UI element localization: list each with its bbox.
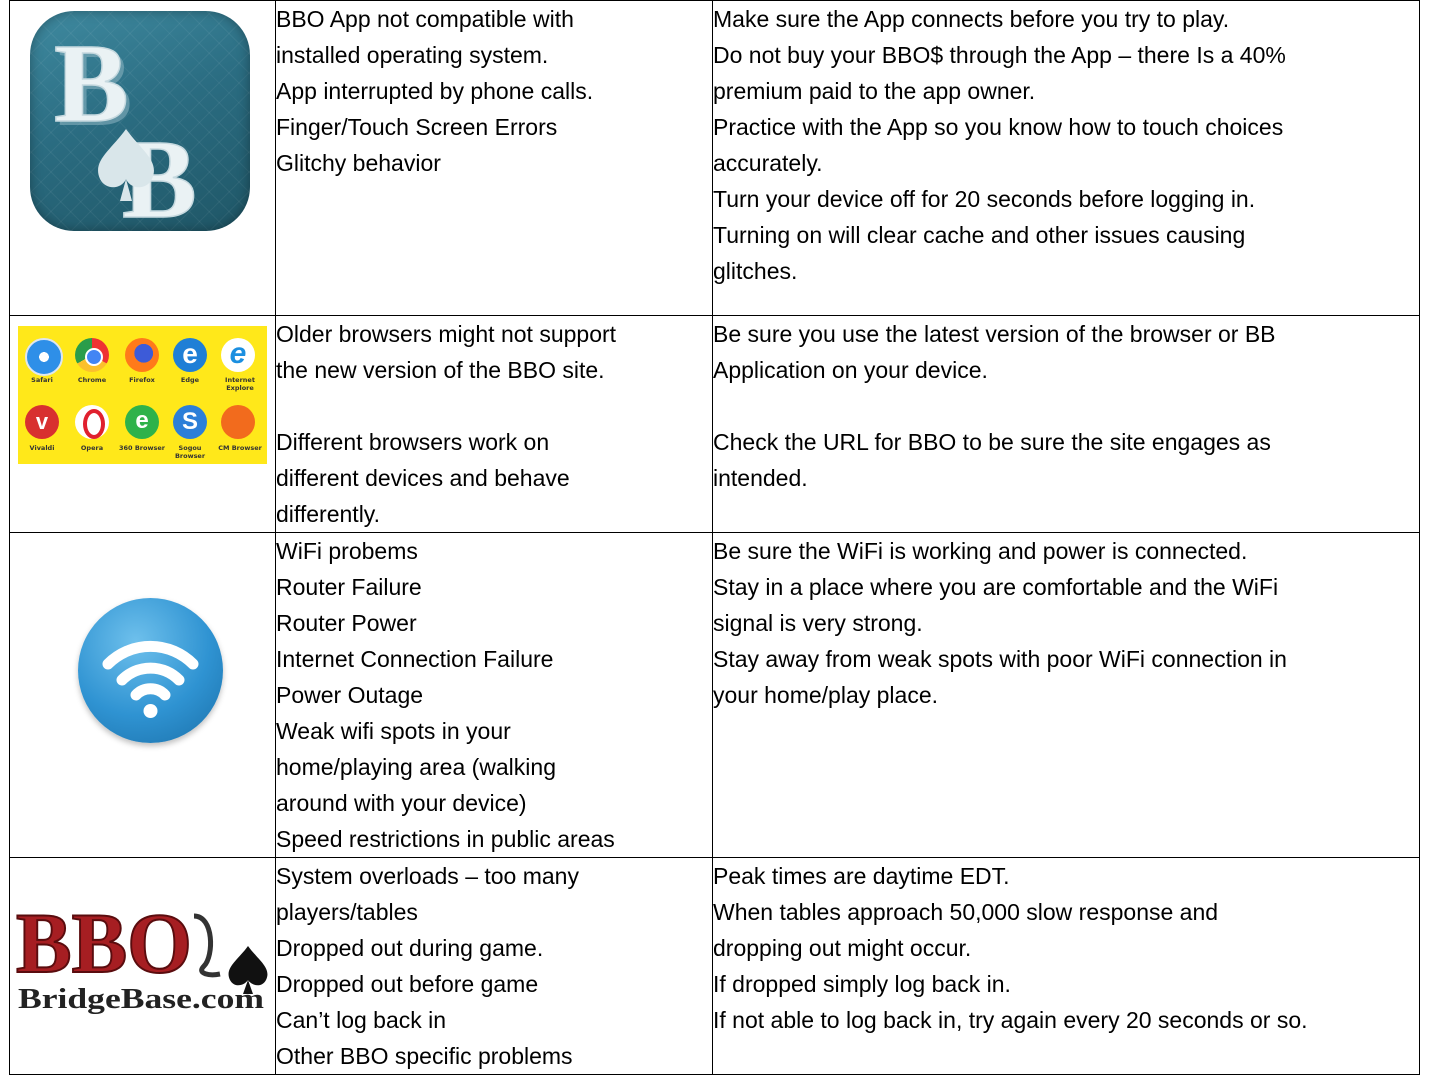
chrome-icon: [75, 338, 109, 372]
bb-letter-1: B: [54, 22, 129, 146]
sogou-browser-icon: S: [173, 405, 207, 439]
solution-line: glitches.: [713, 258, 798, 284]
solution-line: dropping out might occur.: [713, 935, 972, 961]
problems-cell: Older browsers might not support the new…: [275, 315, 713, 533]
solution-line: Turning on will clear cache and other is…: [713, 222, 1246, 248]
safari-icon: [25, 338, 63, 376]
problem-line: BBO App not compatible with: [276, 6, 574, 32]
solution-line: your home/play place.: [713, 682, 939, 708]
browser-label: Firefox: [129, 376, 155, 384]
problem-line: home/playing area (walking: [276, 754, 556, 780]
solution-line: Peak times are daytime EDT.: [713, 863, 1010, 889]
bbo-logo-subtext: BridgeBase.com: [18, 984, 264, 1015]
opera-icon: [75, 405, 109, 439]
problem-line: App interrupted by phone calls.: [276, 78, 594, 104]
problem-line: players/tables: [276, 899, 418, 925]
solution-line: If dropped simply log back in.: [713, 971, 1011, 997]
cord-icon: [193, 913, 221, 978]
problem-line: Other BBO specific problems: [276, 1043, 573, 1069]
solution-line: accurately.: [713, 150, 823, 176]
edge-icon: e: [173, 338, 207, 372]
problems-cell: WiFi probems Router Failure Router Power…: [275, 532, 713, 858]
browser-label: Vivaldi: [29, 444, 55, 452]
browser-label: CM Browser: [218, 444, 262, 452]
table-row: e e Safari Chrome Firefox Edge Internet …: [9, 315, 1420, 533]
solution-line: When tables approach 50,000 slow respons…: [713, 899, 1219, 925]
problem-line: Different browsers work on: [276, 429, 550, 455]
problem-line: Glitchy behavior: [276, 150, 441, 176]
browser-label: Opera: [80, 444, 104, 452]
browser-label: Internet Explore: [225, 376, 255, 392]
bbo-logo-text: BBO: [16, 896, 192, 991]
problem-line: Dropped out before game: [276, 971, 539, 997]
table-row: WiFi probems Router Failure Router Power…: [9, 532, 1420, 858]
problem-line: WiFi probems: [276, 538, 418, 564]
problem-line: Router Power: [276, 610, 417, 636]
problem-line: Older browsers might not support: [276, 321, 617, 347]
cm-browser-icon: [221, 405, 255, 439]
problem-line: the new version of the BBO site.: [276, 357, 605, 383]
problem-line: around with your device): [276, 790, 527, 816]
solution-line: Do not buy your BBO$ through the App – t…: [713, 42, 1286, 68]
problem-line: installed operating system.: [276, 42, 549, 68]
problem-line: differently.: [276, 501, 380, 527]
browser-label: Sogou Browser: [174, 444, 206, 460]
solution-line: premium paid to the app owner.: [713, 78, 1036, 104]
browser-label: Chrome: [77, 376, 107, 384]
problem-line: different devices and behave: [276, 465, 570, 491]
table-row: BBO BridgeBase.com System overloads – to…: [9, 857, 1420, 1075]
vivaldi-icon: v: [25, 405, 59, 439]
solution-line: Practice with the App so you know how to…: [713, 114, 1284, 140]
solution-line: intended.: [713, 465, 808, 491]
problem-line: Finger/Touch Screen Errors: [276, 114, 558, 140]
problems-cell: System overloads – too many players/tabl…: [275, 857, 713, 1075]
table-row: B B B BBO App not compatible with instal…: [9, 0, 1420, 316]
solutions-cell: Be sure the WiFi is working and power is…: [712, 532, 1420, 858]
solutions-cell: Be sure you use the latest version of th…: [712, 315, 1420, 533]
icon-cell: BBO BridgeBase.com: [9, 857, 276, 1075]
solution-line: Stay in a place where you are comfortabl…: [713, 574, 1279, 600]
problem-line: Speed restrictions in public areas: [276, 826, 615, 852]
icon-cell: e e Safari Chrome Firefox Edge Internet …: [9, 315, 276, 533]
problem-line: Dropped out during game.: [276, 935, 544, 961]
solution-line: Be sure the WiFi is working and power is…: [713, 538, 1248, 564]
problem-line: Power Outage: [276, 682, 424, 708]
bb-app-icon: B B B: [30, 11, 250, 231]
solution-line: Stay away from weak spots with poor WiFi…: [713, 646, 1287, 672]
solution-line: Application on your device.: [713, 357, 988, 383]
internet-explorer-icon: e: [221, 338, 255, 372]
browser-label: Safari: [31, 376, 53, 384]
solution-line: Check the URL for BBO to be sure the sit…: [713, 429, 1271, 455]
bbo-logo: BBO BridgeBase.com: [14, 894, 274, 1036]
problem-line: Router Failure: [276, 574, 422, 600]
problem-line: Weak wifi spots in your: [276, 718, 511, 744]
solution-line: Be sure you use the latest version of th…: [713, 321, 1276, 347]
problems-cell: BBO App not compatible with installed op…: [275, 0, 713, 316]
wifi-icon: [78, 598, 223, 743]
problem-line: Internet Connection Failure: [276, 646, 554, 672]
solutions-cell: Peak times are daytime EDT. When tables …: [712, 857, 1420, 1075]
solution-line: Make sure the App connects before you tr…: [713, 6, 1230, 32]
360-browser-icon: e: [125, 405, 159, 439]
solution-line: Turn your device off for 20 seconds befo…: [713, 186, 1256, 212]
solutions-cell: Make sure the App connects before you tr…: [712, 0, 1420, 316]
icon-cell: [9, 532, 276, 858]
browser-label: 360 Browser: [119, 444, 165, 452]
firefox-icon: [125, 338, 159, 372]
browsers-icon: e e Safari Chrome Firefox Edge Internet …: [18, 326, 267, 464]
browser-label: Edge: [180, 376, 200, 384]
problem-line: System overloads – too many: [276, 863, 579, 889]
solution-line: signal is very strong.: [713, 610, 923, 636]
icon-cell: B B B: [9, 0, 276, 316]
troubleshooting-table: B B B BBO App not compatible with instal…: [9, 0, 1420, 1075]
solution-line: If not able to log back in, try again ev…: [713, 1007, 1308, 1033]
problem-line: Can’t log back in: [276, 1007, 447, 1033]
